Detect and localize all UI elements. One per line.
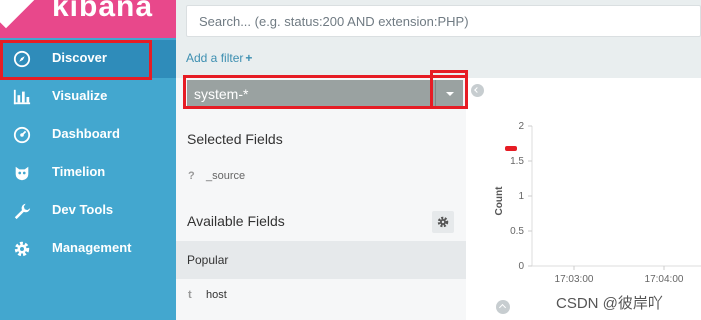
sidebar-item-devtools[interactable]: Dev Tools: [0, 192, 176, 230]
bar-chart-icon: [13, 89, 31, 105]
y-axis-label: Count: [494, 186, 505, 216]
gear-icon: [437, 216, 449, 228]
kibana-app: kibana Discover Visualize Dashboard Time…: [0, 0, 701, 320]
y-tick-label: 0.5: [510, 226, 524, 237]
brand-header[interactable]: kibana: [0, 0, 176, 38]
y-tick-label: 0: [518, 261, 524, 272]
field-sidebar: [176, 78, 466, 320]
sidebar-item-label: Dashboard: [52, 126, 120, 141]
timelion-icon: [15, 166, 29, 181]
field-item-host[interactable]: t host: [188, 289, 227, 301]
add-filter-label: Add a filter: [186, 51, 244, 65]
sidebar-item-dashboard[interactable]: Dashboard: [0, 116, 176, 154]
annotation-box-dropdown: [430, 70, 468, 109]
popular-fields-header: Popular: [176, 241, 466, 279]
sidebar-item-label: Dev Tools: [52, 202, 114, 217]
scroll-up-icon[interactable]: [496, 300, 510, 314]
kibana-logo-icon: [0, 0, 35, 29]
selected-fields-title: Selected Fields: [187, 131, 283, 147]
unknown-type-icon: ?: [188, 170, 195, 182]
gauge-icon: [13, 126, 31, 144]
field-item-source[interactable]: ? _source: [188, 170, 245, 182]
collapse-sidebar-icon[interactable]: [471, 84, 484, 97]
annotation-box-index: [183, 75, 468, 109]
x-tick-label: 17:04:00: [645, 274, 684, 285]
sidebar-item-label: Management: [52, 240, 132, 255]
histogram-chart: Count 0 0.5 1 1.5 2 17:03:00 17:04:00: [494, 121, 701, 285]
sidebar-item-label: Timelion: [52, 164, 106, 179]
x-tick-label: 17:03:00: [555, 274, 594, 285]
sidebar-item-management[interactable]: Management: [0, 230, 176, 268]
field-name: _source: [206, 170, 246, 182]
wrench-icon: [14, 203, 31, 220]
annotation-box-discover: [0, 40, 152, 80]
search-input[interactable]: [187, 6, 700, 36]
search-box: [186, 5, 701, 37]
add-filter-link[interactable]: Add a filter +: [186, 51, 252, 65]
brand-name: kibana: [52, 0, 154, 23]
string-type-icon: t: [188, 289, 192, 301]
y-tick-label: 1.5: [510, 156, 524, 167]
gear-icon: [14, 241, 30, 257]
popular-label: Popular: [187, 253, 229, 267]
plus-icon: +: [245, 51, 253, 65]
x-tick-labels: 17:03:00 17:04:00: [555, 266, 684, 285]
field-settings-button[interactable]: [432, 211, 454, 233]
sidebar-item-visualize[interactable]: Visualize: [0, 78, 176, 116]
y-tick-label: 1: [518, 191, 524, 202]
watermark: CSDN @彼岸吖: [556, 295, 663, 312]
sidebar-item-timelion[interactable]: Timelion: [0, 154, 176, 192]
annotation-mark: [505, 146, 517, 151]
field-name: host: [206, 289, 227, 301]
y-tick-label: 2: [518, 121, 524, 132]
available-fields-title: Available Fields: [187, 213, 285, 229]
y-tick-labels: 0 0.5 1 1.5 2: [510, 121, 532, 272]
sidebar-item-label: Visualize: [52, 88, 108, 103]
